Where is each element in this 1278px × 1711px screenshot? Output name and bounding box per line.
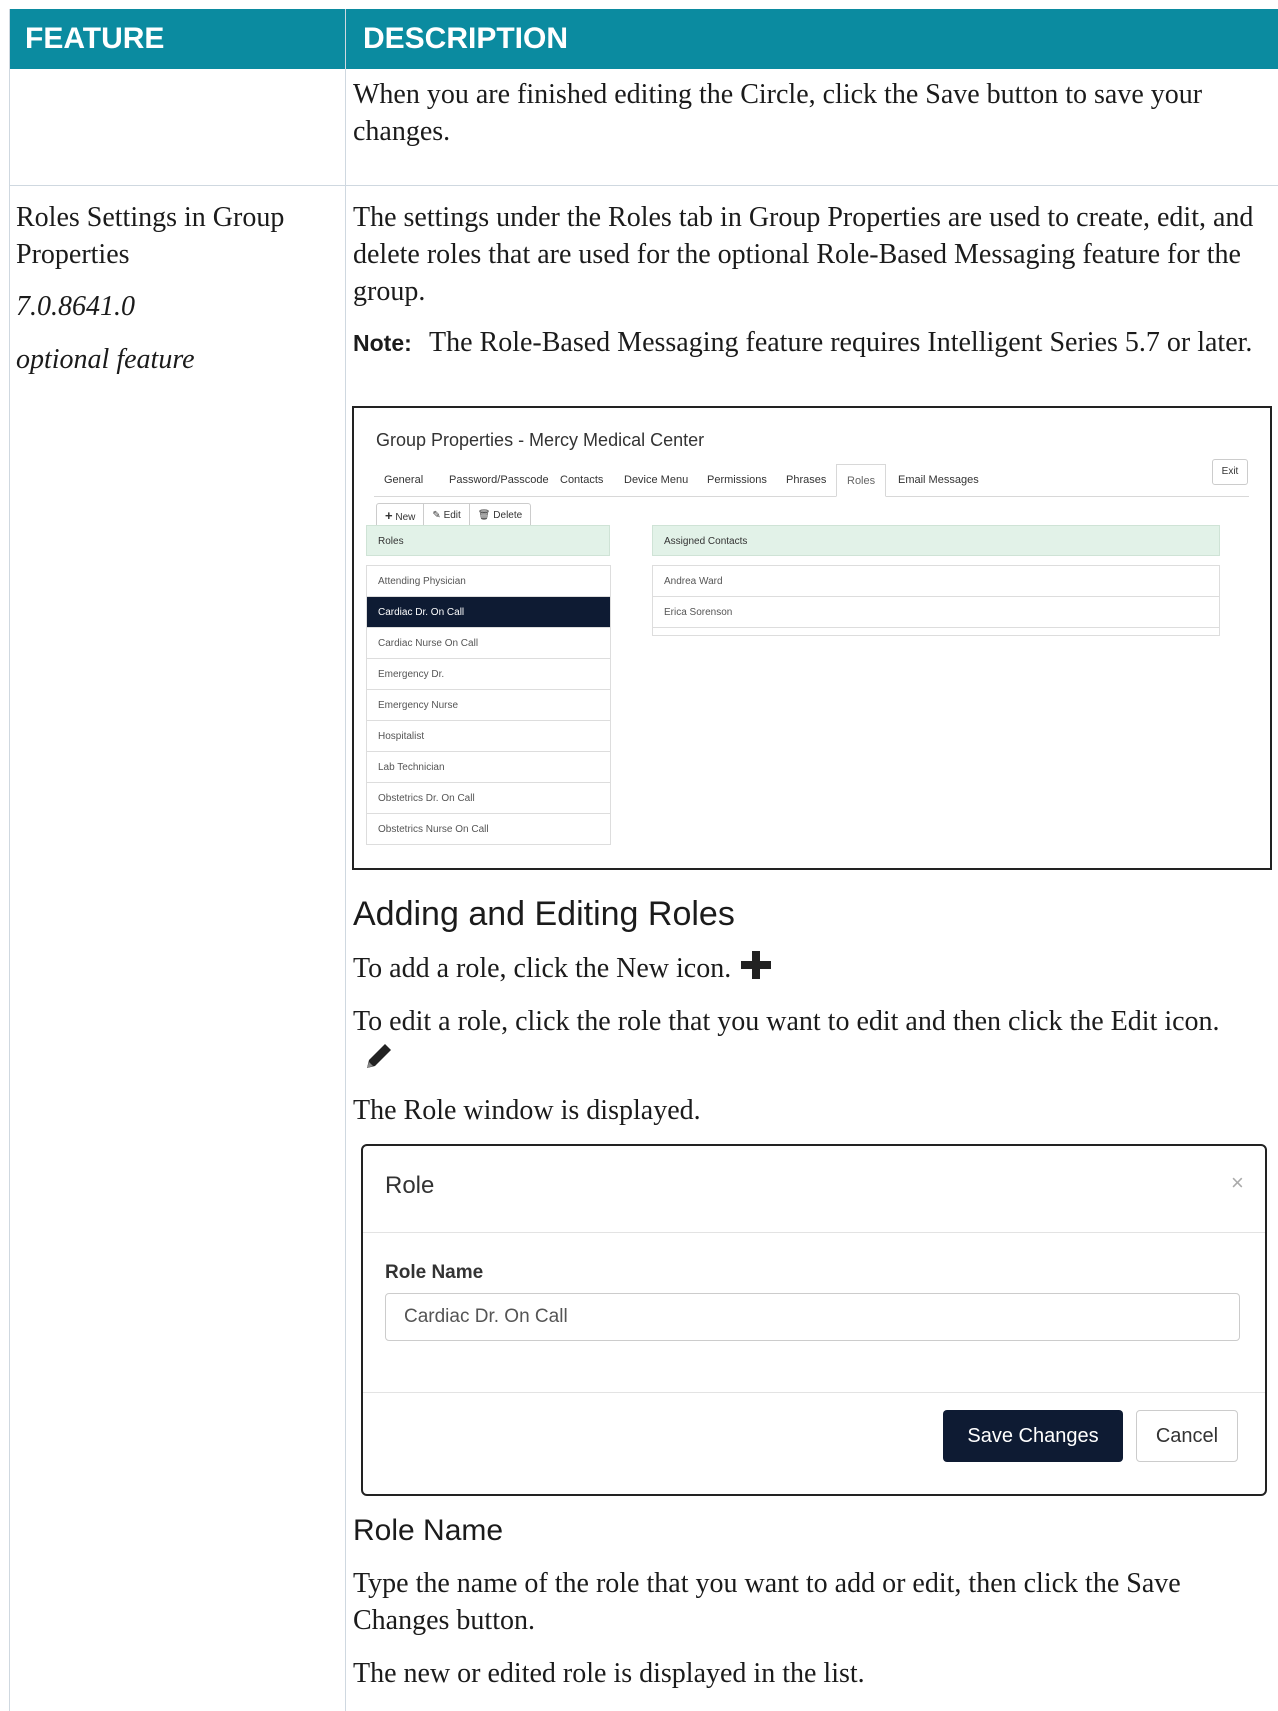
group-properties-title: Group Properties - Mercy Medical Center	[376, 430, 705, 450]
save-circle-text: When you are finished editing the Circle…	[353, 79, 1203, 147]
dialog-footer-divider	[363, 1392, 1265, 1393]
role-name-label: Role Name	[385, 1262, 484, 1283]
tab-device-menu[interactable]: Device Menu	[624, 464, 688, 496]
plus-icon: +	[385, 508, 393, 523]
roles-intro-text: The settings under the Roles tab in Grou…	[353, 202, 1254, 307]
group-properties-tabs: General Password/Passcode Contacts Devic…	[374, 464, 1249, 497]
pencil-icon	[361, 1040, 395, 1080]
save-changes-button[interactable]: Save Changes	[943, 1410, 1123, 1462]
close-icon[interactable]: ×	[1231, 1170, 1244, 1196]
role-item-attending-physician[interactable]: Attending Physician	[367, 566, 610, 597]
role-item-emergency-dr[interactable]: Emergency Dr.	[367, 659, 610, 690]
roles-list: Attending Physician Cardiac Dr. On Call …	[366, 565, 611, 845]
note-text-content: The Role-Based Messaging feature require…	[429, 327, 1253, 358]
group-properties-screenshot: Group Properties - Mercy Medical Center …	[352, 406, 1272, 870]
role-item-lab-technician[interactable]: Lab Technician	[367, 752, 610, 783]
feature-version: 7.0.8641.0	[16, 291, 135, 322]
table-header: FEATURE DESCRIPTION	[10, 9, 1278, 69]
trash-icon: 🗑	[477, 510, 491, 521]
contact-item-erica-sorenson[interactable]: Erica Sorenson	[653, 597, 1219, 628]
feature-optional-label: optional feature	[16, 344, 195, 375]
add-role-text: To add a role, click the New icon.	[353, 950, 1258, 990]
edit-role-text: To edit a role, click the role that you …	[353, 1003, 1258, 1080]
type-role-text: Type the name of the role that you want …	[353, 1568, 1181, 1636]
delete-label: Delete	[493, 510, 523, 521]
assigned-contacts-header: Assigned Contacts	[652, 525, 1220, 556]
column-divider	[345, 9, 346, 1711]
role-dialog-title: Role	[385, 1172, 435, 1199]
description-column-header: DESCRIPTION	[363, 22, 569, 55]
pencil-icon: ✎	[432, 510, 441, 521]
role-item-cardiac-nurse-on-call[interactable]: Cardiac Nurse On Call	[367, 628, 610, 659]
feature-column-header: FEATURE	[25, 22, 165, 55]
tab-general[interactable]: General	[384, 464, 423, 496]
edit-label: Edit	[443, 510, 461, 521]
note-label: Note:	[353, 330, 412, 356]
role-name-subheading: Role Name	[353, 1514, 504, 1547]
role-item-obstetrics-dr-on-call[interactable]: Obstetrics Dr. On Call	[367, 783, 610, 814]
new-label: New	[395, 512, 416, 523]
row-divider	[10, 185, 1278, 186]
assigned-contacts-list: Andrea Ward Erica Sorenson	[652, 565, 1220, 636]
contact-item-andrea-ward[interactable]: Andrea Ward	[653, 566, 1219, 597]
plus-icon	[739, 950, 773, 990]
note-text: The Role-Based Messaging feature require…	[429, 324, 1269, 361]
tab-contacts[interactable]: Contacts	[560, 464, 603, 496]
role-dialog-screenshot: Role × Role Name Save Changes Cancel	[361, 1144, 1267, 1496]
role-window-text: The Role window is displayed.	[353, 1095, 701, 1126]
dialog-header-divider	[363, 1232, 1265, 1233]
role-item-cardiac-dr-on-call[interactable]: Cardiac Dr. On Call	[367, 597, 610, 628]
tab-email-messages[interactable]: Email Messages	[898, 464, 979, 496]
section-heading: Adding and Editing Roles	[353, 895, 735, 933]
tab-password-passcode[interactable]: Password/Passcode	[449, 464, 549, 496]
role-item-emergency-nurse[interactable]: Emergency Nurse	[367, 690, 610, 721]
tab-phrases[interactable]: Phrases	[786, 464, 826, 496]
cancel-button[interactable]: Cancel	[1136, 1410, 1238, 1462]
result-text: The new or edited role is displayed in t…	[353, 1658, 865, 1689]
roles-panel-header: Roles	[366, 525, 610, 556]
role-name-input[interactable]	[385, 1293, 1240, 1341]
tab-permissions[interactable]: Permissions	[707, 464, 767, 496]
role-item-hospitalist[interactable]: Hospitalist	[367, 721, 610, 752]
role-item-obstetrics-nurse-on-call[interactable]: Obstetrics Nurse On Call	[367, 814, 610, 845]
note: Note: The Role-Based Messaging feature r…	[353, 324, 1258, 362]
edit-role-text-content: To edit a role, click the role that you …	[353, 1006, 1220, 1037]
exit-button[interactable]: Exit	[1212, 459, 1248, 485]
tab-roles[interactable]: Roles	[836, 464, 887, 497]
feature-title: Roles Settings in Group Properties	[16, 202, 285, 270]
add-role-text-content: To add a role, click the New icon.	[353, 953, 732, 984]
